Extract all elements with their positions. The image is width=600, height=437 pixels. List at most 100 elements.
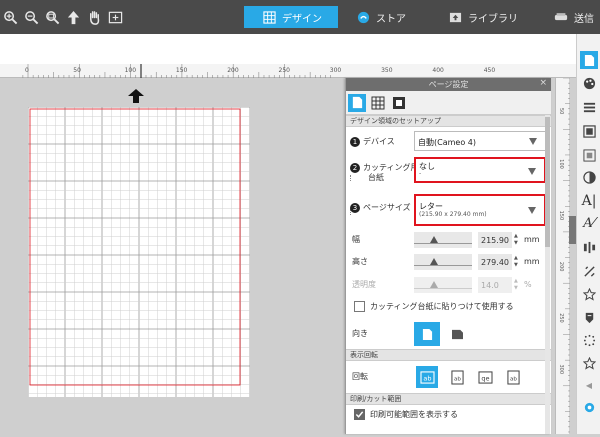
shadow-icon[interactable] [580, 146, 598, 164]
canvas-scrollbar[interactable] [569, 216, 576, 244]
vertical-ruler: 50 100 150 200 250 300 [555, 77, 570, 434]
panel-titlebar[interactable]: ページ設定 × [346, 78, 551, 91]
tab-send[interactable]: 送信 [546, 6, 600, 28]
use-mat-checkbox[interactable] [354, 301, 365, 312]
step-1-badge: 1 [350, 137, 360, 147]
slider-handle-icon[interactable] [430, 281, 438, 288]
rotate-0-icon: ab [419, 370, 435, 384]
rotate-label: 回転 [352, 372, 368, 381]
trace-icon[interactable] [580, 331, 598, 349]
rotate-90-button[interactable]: ab [446, 366, 468, 388]
portrait-button[interactable] [414, 322, 440, 346]
transparency-row: 透明度 14.0 ▲ ▼ % [346, 273, 551, 297]
slider-track [414, 265, 472, 266]
replicate-icon[interactable] [580, 285, 598, 303]
landscape-button[interactable] [444, 322, 470, 346]
transparency-label: 透明度 [352, 280, 376, 289]
height-spinner-icon[interactable]: ▲ ▼ [514, 255, 520, 269]
show-print-area-label: 印刷可能範囲を表示する [370, 410, 458, 419]
page-size-label: ページサイズ [363, 203, 411, 212]
transparency-input[interactable]: 14.0 [478, 277, 512, 293]
offset-icon[interactable] [580, 308, 598, 326]
page-settings-panel: ページ設定 × デザイン領域のセットアップ 1 デバイス 自動(Cameo 4)… [345, 78, 551, 434]
text-path-icon[interactable]: A⁄ [580, 214, 598, 232]
tab-design[interactable]: デザイン [244, 6, 338, 28]
width-spinner-icon[interactable]: ▲ ▼ [514, 233, 520, 247]
rotate-180-button[interactable]: qe [474, 366, 496, 388]
pan-hand-icon[interactable] [87, 10, 102, 25]
slider-handle-icon[interactable] [430, 236, 438, 243]
panel-scrollbar[interactable] [545, 115, 550, 434]
show-print-area-checkbox[interactable] [354, 409, 365, 420]
section-setup: デザイン領域のセットアップ [346, 115, 551, 127]
fill-pattern-icon[interactable] [580, 122, 598, 140]
height-input[interactable]: 279.40 [478, 254, 512, 270]
ruler-label: 50 [558, 108, 564, 114]
tab-library-label: ライブラリ [468, 13, 518, 25]
settings-gear-icon[interactable] [580, 398, 598, 416]
device-value: 自動(Cameo 4) [418, 138, 476, 147]
tab-library[interactable]: ライブラリ [440, 6, 544, 28]
library-icon [448, 10, 462, 24]
landscape-icon [451, 329, 463, 339]
text-style-icon[interactable]: A| [580, 192, 598, 210]
svg-text:ab: ab [454, 376, 461, 382]
height-slider[interactable] [414, 254, 472, 270]
svg-text:ab: ab [510, 376, 517, 382]
page-size-row: 3 ページサイズ レター (215.90 x 279.40 mm) [346, 191, 551, 229]
page-tab[interactable] [348, 93, 366, 112]
ruler-label: 150 [558, 211, 564, 221]
panel-scrollbar-thumb[interactable] [545, 117, 550, 247]
ruler-label: 250 [558, 313, 564, 323]
mat-dropdown[interactable]: なし - [414, 157, 546, 183]
width-slider[interactable] [414, 232, 472, 248]
top-toolbar: デザイン ストア ライブラリ 送信 [0, 0, 600, 34]
transform-icon[interactable] [580, 262, 598, 280]
close-icon[interactable]: × [539, 78, 547, 88]
fit-page-icon[interactable] [108, 10, 123, 25]
contrast-icon[interactable] [580, 168, 598, 186]
tab-store[interactable]: ストア [348, 6, 438, 28]
orientation-label: 向き [352, 329, 368, 338]
page-size-dropdown[interactable]: レター (215.90 x 279.40 mm) [414, 194, 546, 226]
width-input[interactable]: 215.90 [478, 232, 512, 248]
chevron-down-icon [529, 138, 537, 145]
rotate-90-icon: ab [450, 369, 464, 385]
chevron-left-icon[interactable]: ◀ [580, 376, 598, 394]
rotate-270-button[interactable]: ab [502, 366, 524, 388]
design-page[interactable] [28, 107, 250, 397]
toolbar-band [0, 34, 576, 64]
ruler-label: 200 [227, 67, 239, 74]
transparency-spinner-icon[interactable]: ▲ ▼ [514, 278, 520, 292]
align-icon[interactable] [580, 238, 598, 256]
page-size-sub: (215.90 x 279.40 mm) [419, 211, 487, 218]
grid-icon [262, 10, 276, 24]
transparency-slider[interactable] [414, 277, 472, 293]
tab-store-label: ストア [376, 13, 406, 25]
device-label: デバイス [363, 137, 395, 146]
palette-icon[interactable] [580, 74, 598, 92]
portrait-icon [422, 328, 432, 340]
step-3-badge: 3 [350, 203, 360, 213]
rotate-0-button[interactable]: ab [416, 366, 438, 388]
horizontal-ruler: 0 50 100 150 200 250 300 350 400 450 [0, 64, 576, 78]
device-dropdown[interactable]: 自動(Cameo 4) [414, 131, 546, 151]
zoom-out-icon[interactable] [24, 10, 39, 25]
slider-handle-icon[interactable] [430, 258, 438, 265]
grid-tab[interactable] [369, 94, 387, 112]
mat-label-line1: カッティング用 [363, 163, 419, 172]
move-icon[interactable] [66, 10, 81, 25]
chevron-down-icon [528, 168, 536, 175]
grid-icon [371, 96, 385, 109]
ruler-label: 150 [176, 67, 188, 74]
tab-send-label: 送信 [574, 13, 594, 25]
line-style-icon[interactable] [580, 98, 598, 116]
background-tab[interactable] [390, 94, 408, 112]
page-setup-icon[interactable] [580, 51, 598, 69]
store-icon [356, 10, 370, 24]
star-icon[interactable] [580, 354, 598, 372]
height-unit: mm [524, 257, 540, 266]
zoom-fit-icon[interactable] [45, 10, 60, 25]
zoom-in-icon[interactable] [3, 10, 18, 25]
ruler-label: 0 [25, 67, 29, 74]
